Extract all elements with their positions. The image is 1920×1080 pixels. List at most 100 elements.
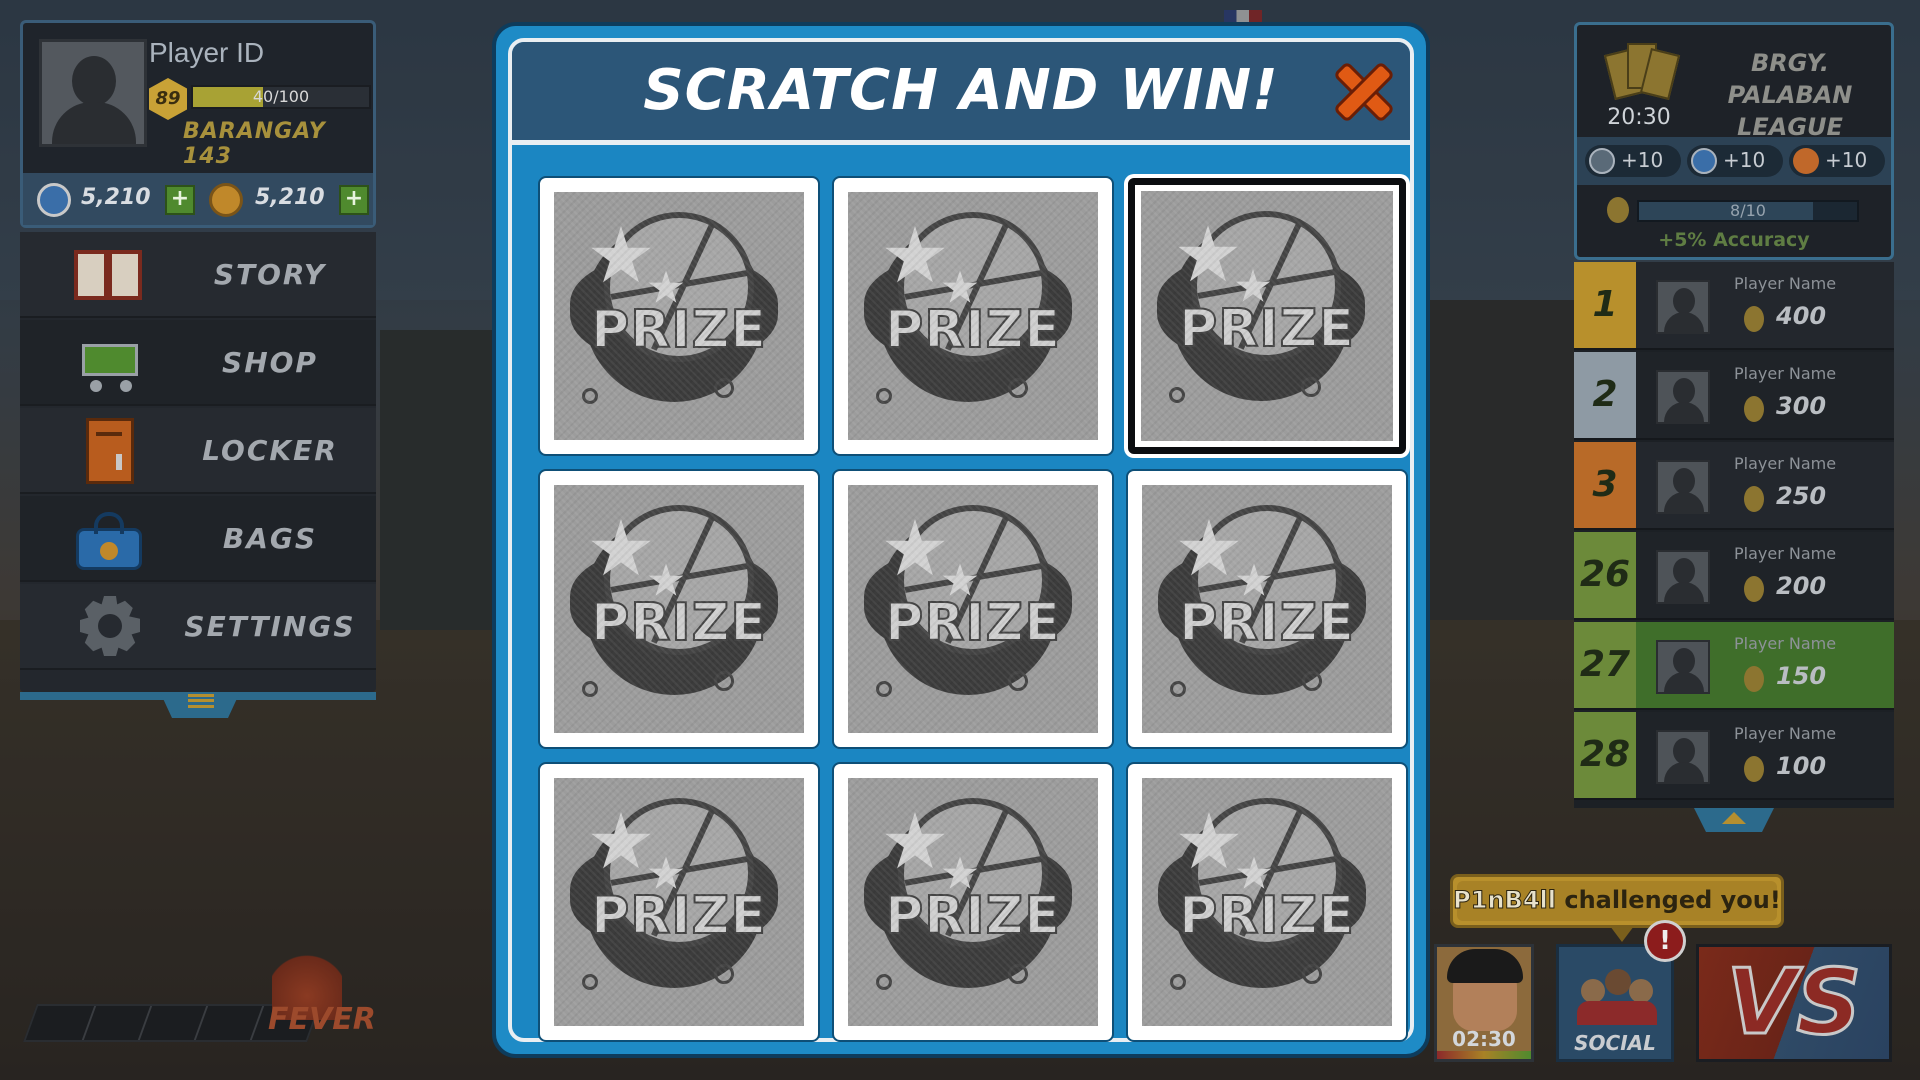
rank-number: 1	[1574, 262, 1636, 348]
player-score: 300	[1776, 392, 1827, 420]
menu-label-settings: SETTINGS	[184, 610, 356, 643]
menu-label-shop: SHOP	[222, 346, 318, 379]
menu-item-locker[interactable]: LOCKER	[20, 408, 376, 494]
add-currency-2-button[interactable]: +	[339, 185, 369, 215]
basketball-coin-icon	[209, 183, 243, 217]
accuracy-progress-text: 8/10	[1730, 201, 1766, 220]
character-timer-card[interactable]: 02:30	[1434, 944, 1534, 1062]
scratch-card[interactable]: PRIZE	[1128, 178, 1406, 454]
avatar	[1656, 550, 1710, 604]
rank-number: 3	[1574, 442, 1636, 528]
hamburger-icon	[188, 694, 214, 708]
challenger-name: P1nB4ll	[1453, 886, 1557, 915]
leaderboard-row[interactable]: 26 Player Name 200	[1574, 532, 1894, 620]
menu-item-bags[interactable]: BAGS	[20, 496, 376, 582]
stopwatch-icon	[1691, 148, 1717, 174]
avatar	[1656, 370, 1710, 424]
cart-icon	[72, 330, 144, 396]
fever-label: FEVER	[268, 1002, 376, 1037]
player-score: 150	[1776, 662, 1827, 690]
player-id-label: Player ID	[149, 37, 265, 68]
medal-icon	[1744, 396, 1764, 422]
scratch-surface: PRIZE	[554, 192, 804, 440]
scratch-card[interactable]: PRIZE	[834, 764, 1112, 1040]
scratch-card[interactable]: PRIZE	[540, 764, 818, 1040]
scratch-surface: PRIZE	[848, 485, 1098, 733]
scratch-and-win-modal: SCRATCH AND WIN! PRIZEPRIZEPRIZEPRIZEPRI…	[492, 22, 1430, 1058]
bag-icon	[72, 506, 144, 572]
player-score: 250	[1776, 482, 1827, 510]
medal-icon	[1607, 197, 1629, 223]
rank-number: 28	[1574, 712, 1636, 798]
basketball-icon	[1793, 148, 1819, 174]
player-name: Player Name	[1734, 634, 1837, 653]
leaderboard-row[interactable]: 27 Player Name 150	[1574, 622, 1894, 710]
player-score: 400	[1776, 302, 1827, 330]
scratch-surface: PRIZE	[1141, 191, 1393, 441]
scratch-surface: PRIZE	[1142, 778, 1392, 1026]
player-name: Player Name	[1734, 274, 1837, 293]
player-score: 100	[1776, 752, 1827, 780]
vs-label: VS	[1725, 949, 1862, 1057]
chevron-up-icon	[1722, 812, 1746, 824]
medal-icon	[1744, 486, 1764, 512]
locker-icon	[72, 418, 144, 484]
scratch-card[interactable]: PRIZE	[540, 178, 818, 454]
accuracy-progress-bar: 8/10	[1637, 200, 1859, 222]
player-name: Player Name	[1734, 364, 1837, 383]
scratch-card[interactable]: PRIZE	[834, 471, 1112, 747]
scratch-card[interactable]: PRIZE	[1128, 471, 1406, 747]
scratch-card[interactable]: PRIZE	[834, 178, 1112, 454]
challenge-notification[interactable]: P1nB4ll challenged you!	[1450, 874, 1784, 928]
xp-bar: 40/100	[191, 85, 371, 109]
avatar	[1656, 640, 1710, 694]
medal-icon	[1744, 306, 1764, 332]
timer-text: 02:30	[1452, 1027, 1516, 1051]
leaderboard-row[interactable]: 1 Player Name 400	[1574, 262, 1894, 350]
leaderboard: 1 Player Name 400 2 Player Name 300 3 Player Na…	[1574, 262, 1894, 808]
leaderboard-row[interactable]: 28 Player Name 100	[1574, 712, 1894, 800]
crosshair-icon	[1589, 148, 1615, 174]
rank-number: 26	[1574, 532, 1636, 618]
scratch-card[interactable]: PRIZE	[540, 471, 818, 747]
scratch-surface: PRIZE	[1142, 485, 1392, 733]
bonus-stopwatch: +10	[1687, 145, 1783, 177]
league-panel[interactable]: 20:30 BRGY. PALABAN LEAGUE +10 +10 +10 8…	[1574, 22, 1894, 260]
challenge-bubble-tail	[1610, 926, 1634, 942]
avatar	[1656, 730, 1710, 784]
leaderboard-row[interactable]: 2 Player Name 300	[1574, 352, 1894, 440]
menu-label-story: STORY	[213, 258, 327, 291]
currency-1-value: 5,210	[81, 185, 151, 210]
people-icon	[1577, 965, 1657, 1025]
medal-icon	[1744, 666, 1764, 692]
main-menu: STORY SHOP LOCKER BAGS SETTINGS	[20, 232, 376, 692]
barangay-label: BARANGAY 143	[183, 119, 326, 169]
avatar	[39, 39, 147, 147]
social-label: SOCIAL	[1574, 1031, 1656, 1055]
modal-frame: SCRATCH AND WIN! PRIZEPRIZEPRIZEPRIZEPRI…	[508, 38, 1414, 1042]
close-button[interactable]	[1332, 60, 1396, 124]
bonus-basketball: +10	[1789, 145, 1885, 177]
menu-item-shop[interactable]: SHOP	[20, 320, 376, 406]
bonus-value: +10	[1723, 148, 1766, 172]
bonus-crosshair: +10	[1585, 145, 1681, 177]
avatar	[1656, 280, 1710, 334]
player-profile-card[interactable]: Player ID 89 40/100 BARANGAY 143 5,210 +…	[20, 20, 376, 228]
league-name-line1: BRGY. PALABAN	[1727, 49, 1853, 109]
notification-alert-icon: !	[1644, 920, 1686, 962]
scratch-card[interactable]: PRIZE	[1128, 764, 1406, 1040]
add-currency-1-button[interactable]: +	[165, 185, 195, 215]
modal-header: SCRATCH AND WIN!	[512, 42, 1410, 145]
menu-item-settings[interactable]: SETTINGS	[20, 584, 376, 670]
vs-button[interactable]: VS	[1696, 944, 1892, 1062]
leaderboard-row[interactable]: 3 Player Name 250	[1574, 442, 1894, 530]
gem-currency-icon	[37, 183, 71, 217]
menu-item-story[interactable]: STORY	[20, 232, 376, 318]
challenge-text: P1nB4ll challenged you!	[1453, 877, 1781, 923]
bonus-value: +10	[1825, 148, 1868, 172]
bonus-value: +10	[1621, 148, 1664, 172]
social-button[interactable]: SOCIAL	[1556, 944, 1674, 1062]
menu-label-locker: LOCKER	[202, 434, 338, 467]
currency-row: 5,210 + 5,210 +	[23, 173, 373, 225]
trophy-cards-icon	[1603, 37, 1681, 107]
